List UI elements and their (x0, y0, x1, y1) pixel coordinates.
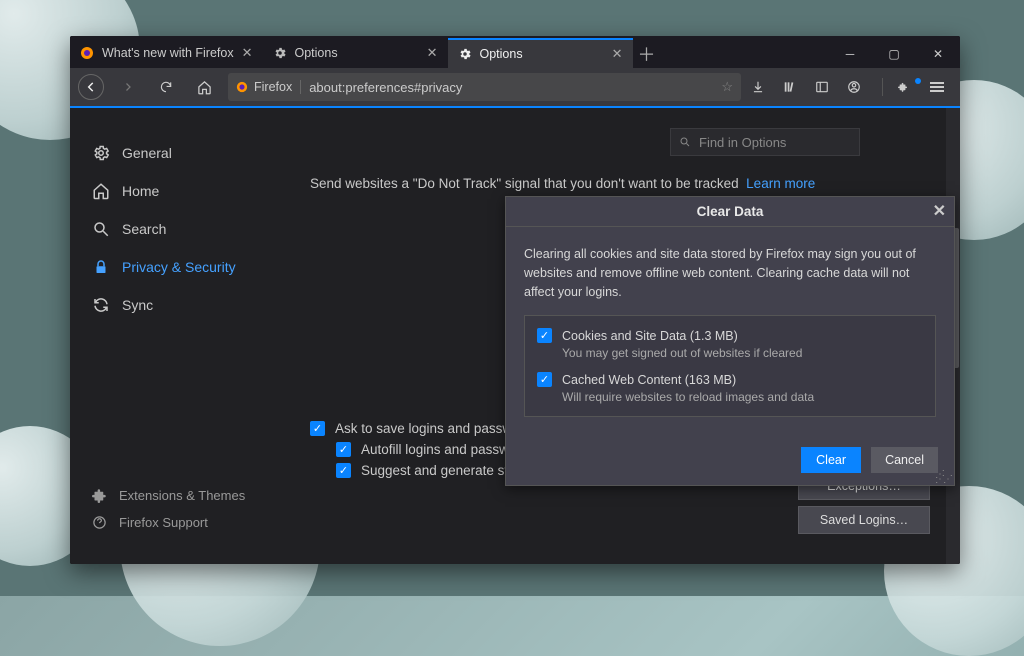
gear-icon (458, 47, 472, 61)
sidebar-item-support[interactable]: Firefox Support (92, 509, 245, 536)
close-icon[interactable]: ✕ (427, 45, 438, 61)
extension-icon[interactable] (896, 80, 918, 94)
learn-more-link[interactable]: Learn more (746, 176, 815, 191)
close-icon[interactable]: ✕ (612, 46, 623, 62)
sidebar-item-privacy[interactable]: Privacy & Security (92, 248, 280, 286)
checkbox-icon: ✓ (310, 421, 325, 436)
sidebar-item-label: Search (122, 221, 166, 237)
sidebar-item-search[interactable]: Search (92, 210, 280, 248)
dialog-description: Clearing all cookies and site data store… (524, 245, 936, 301)
back-button[interactable] (78, 74, 104, 100)
search-icon (92, 220, 110, 238)
sync-icon (92, 296, 110, 314)
sidebar-item-label: Home (122, 183, 159, 199)
sidebar-item-extensions[interactable]: Extensions & Themes (92, 482, 245, 509)
maximize-button[interactable]: ▢ (872, 40, 916, 68)
firefox-icon (80, 46, 94, 60)
url-text: about:preferences#privacy (309, 80, 462, 95)
sidebar-item-sync[interactable]: Sync (92, 286, 280, 324)
new-tab-button[interactable]: ＋ (633, 40, 661, 68)
checkbox-icon: ✓ (336, 442, 351, 457)
navigation-bar: Firefox about:preferences#privacy ☆ (70, 68, 960, 106)
url-field[interactable]: Firefox about:preferences#privacy ☆ (228, 73, 741, 101)
tab-label: What's new with Firefox (102, 46, 234, 60)
browser-window: What's new with Firefox ✕ Options ✕ Opti… (70, 36, 960, 564)
checkbox-icon: ✓ (537, 372, 552, 387)
tab-label: Options (295, 46, 338, 60)
sidebar-item-label: Sync (122, 297, 153, 313)
forward-button[interactable] (114, 73, 142, 101)
cookies-option[interactable]: ✓ Cookies and Site Data (1.3 MB) You may… (537, 328, 923, 360)
close-icon[interactable]: ✕ (242, 45, 253, 61)
tab-label: Options (480, 47, 523, 61)
home-icon (92, 182, 110, 200)
reload-button[interactable] (152, 73, 180, 101)
checkbox-icon: ✓ (336, 463, 351, 478)
close-icon[interactable]: ✕ (933, 201, 946, 221)
bookmark-star-icon[interactable]: ☆ (721, 79, 733, 95)
checkbox-icon: ✓ (537, 328, 552, 343)
sidebar: General Home Search Privacy & Security S… (70, 106, 280, 564)
sidebar-icon[interactable] (815, 80, 837, 94)
help-icon (92, 515, 107, 530)
saved-logins-button[interactable]: Saved Logins… (798, 506, 930, 534)
puzzle-icon (92, 488, 107, 503)
gear-icon (92, 144, 110, 162)
clear-button[interactable]: Clear (801, 447, 861, 473)
sidebar-item-general[interactable]: General (92, 134, 280, 172)
tab-options-2[interactable]: Options ✕ (448, 38, 633, 68)
dialog-title: Clear Data ✕ (506, 197, 954, 227)
lock-icon (92, 258, 110, 276)
account-icon[interactable] (847, 80, 869, 94)
sidebar-item-label: General (122, 145, 172, 161)
downloads-icon[interactable] (751, 80, 773, 94)
tab-whats-new[interactable]: What's new with Firefox ✕ (70, 38, 263, 68)
sidebar-item-home[interactable]: Home (92, 172, 280, 210)
menu-button[interactable] (930, 82, 952, 92)
minimize-button[interactable]: ─ (828, 40, 872, 68)
dnt-text: Send websites a "Do Not Track" signal th… (310, 176, 930, 191)
firefox-icon (236, 81, 248, 93)
toolbar-icons (751, 78, 952, 96)
sidebar-item-label: Privacy & Security (122, 259, 236, 275)
library-icon[interactable] (783, 80, 805, 94)
gear-icon (273, 46, 287, 60)
tab-bar: What's new with Firefox ✕ Options ✕ Opti… (70, 36, 960, 68)
resize-grip-icon[interactable]: ⋰⋰⋰ (935, 472, 951, 482)
clear-data-dialog: Clear Data ✕ Clearing all cookies and si… (505, 196, 955, 486)
cancel-button[interactable]: Cancel (871, 447, 938, 473)
close-window-button[interactable]: ✕ (916, 40, 960, 68)
cache-option[interactable]: ✓ Cached Web Content (163 MB) Will requi… (537, 372, 923, 404)
home-button[interactable] (190, 73, 218, 101)
identity-box[interactable]: Firefox (236, 80, 301, 94)
sidebar-item-label: Firefox Support (119, 515, 208, 530)
sidebar-item-label: Extensions & Themes (119, 488, 245, 503)
tab-options-1[interactable]: Options ✕ (263, 38, 448, 68)
